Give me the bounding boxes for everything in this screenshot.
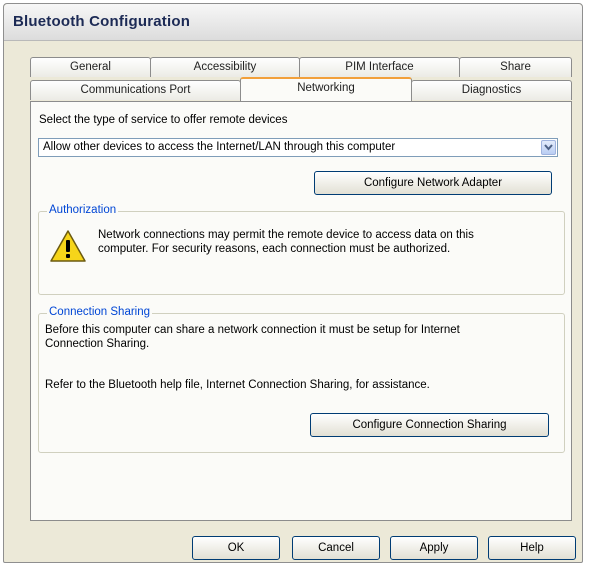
apply-button[interactable]: Apply: [390, 536, 478, 560]
tab-communications-port[interactable]: Communications Port: [30, 80, 241, 100]
cancel-button[interactable]: Cancel: [292, 536, 380, 560]
connection-sharing-help-text: Refer to the Bluetooth help file, Intern…: [45, 379, 430, 391]
tab-accessibility[interactable]: Accessibility: [150, 57, 300, 77]
connection-sharing-title: Connection Sharing: [47, 306, 153, 318]
authorization-title: Authorization: [47, 204, 119, 216]
chevron-down-icon: [544, 144, 553, 151]
authorization-text-line2: computer. For security reasons, each con…: [98, 243, 451, 255]
networking-panel: Select the type of service to offer remo…: [30, 101, 572, 521]
service-type-select[interactable]: Allow other devices to access the Intern…: [38, 138, 558, 157]
configure-connection-sharing-button[interactable]: Configure Connection Sharing: [310, 413, 549, 437]
dialog-window: Bluetooth Configuration General Accessib…: [3, 3, 583, 563]
tab-general[interactable]: General: [30, 57, 151, 77]
help-button[interactable]: Help: [488, 536, 576, 560]
service-type-value: Allow other devices to access the Intern…: [43, 141, 396, 153]
warning-icon: [50, 230, 86, 262]
connection-sharing-text-line2: Connection Sharing.: [45, 338, 150, 350]
configure-network-adapter-button[interactable]: Configure Network Adapter: [314, 171, 552, 195]
tab-pim-interface[interactable]: PIM Interface: [299, 57, 460, 77]
service-type-label: Select the type of service to offer remo…: [39, 114, 288, 126]
title-bar: Bluetooth Configuration: [4, 4, 582, 41]
connection-sharing-group: Connection Sharing Before this computer …: [38, 306, 565, 453]
window-title: Bluetooth Configuration: [13, 13, 191, 30]
authorization-group: Authorization Network connections may pe…: [38, 204, 565, 295]
tab-networking[interactable]: Networking: [240, 77, 412, 101]
tab-share[interactable]: Share: [459, 57, 572, 77]
ok-button[interactable]: OK: [192, 536, 280, 560]
connection-sharing-text-line1: Before this computer can share a network…: [45, 324, 460, 336]
authorization-text-line1: Network connections may permit the remot…: [98, 229, 474, 241]
tab-diagnostics[interactable]: Diagnostics: [411, 80, 572, 100]
dropdown-button[interactable]: [541, 140, 556, 155]
